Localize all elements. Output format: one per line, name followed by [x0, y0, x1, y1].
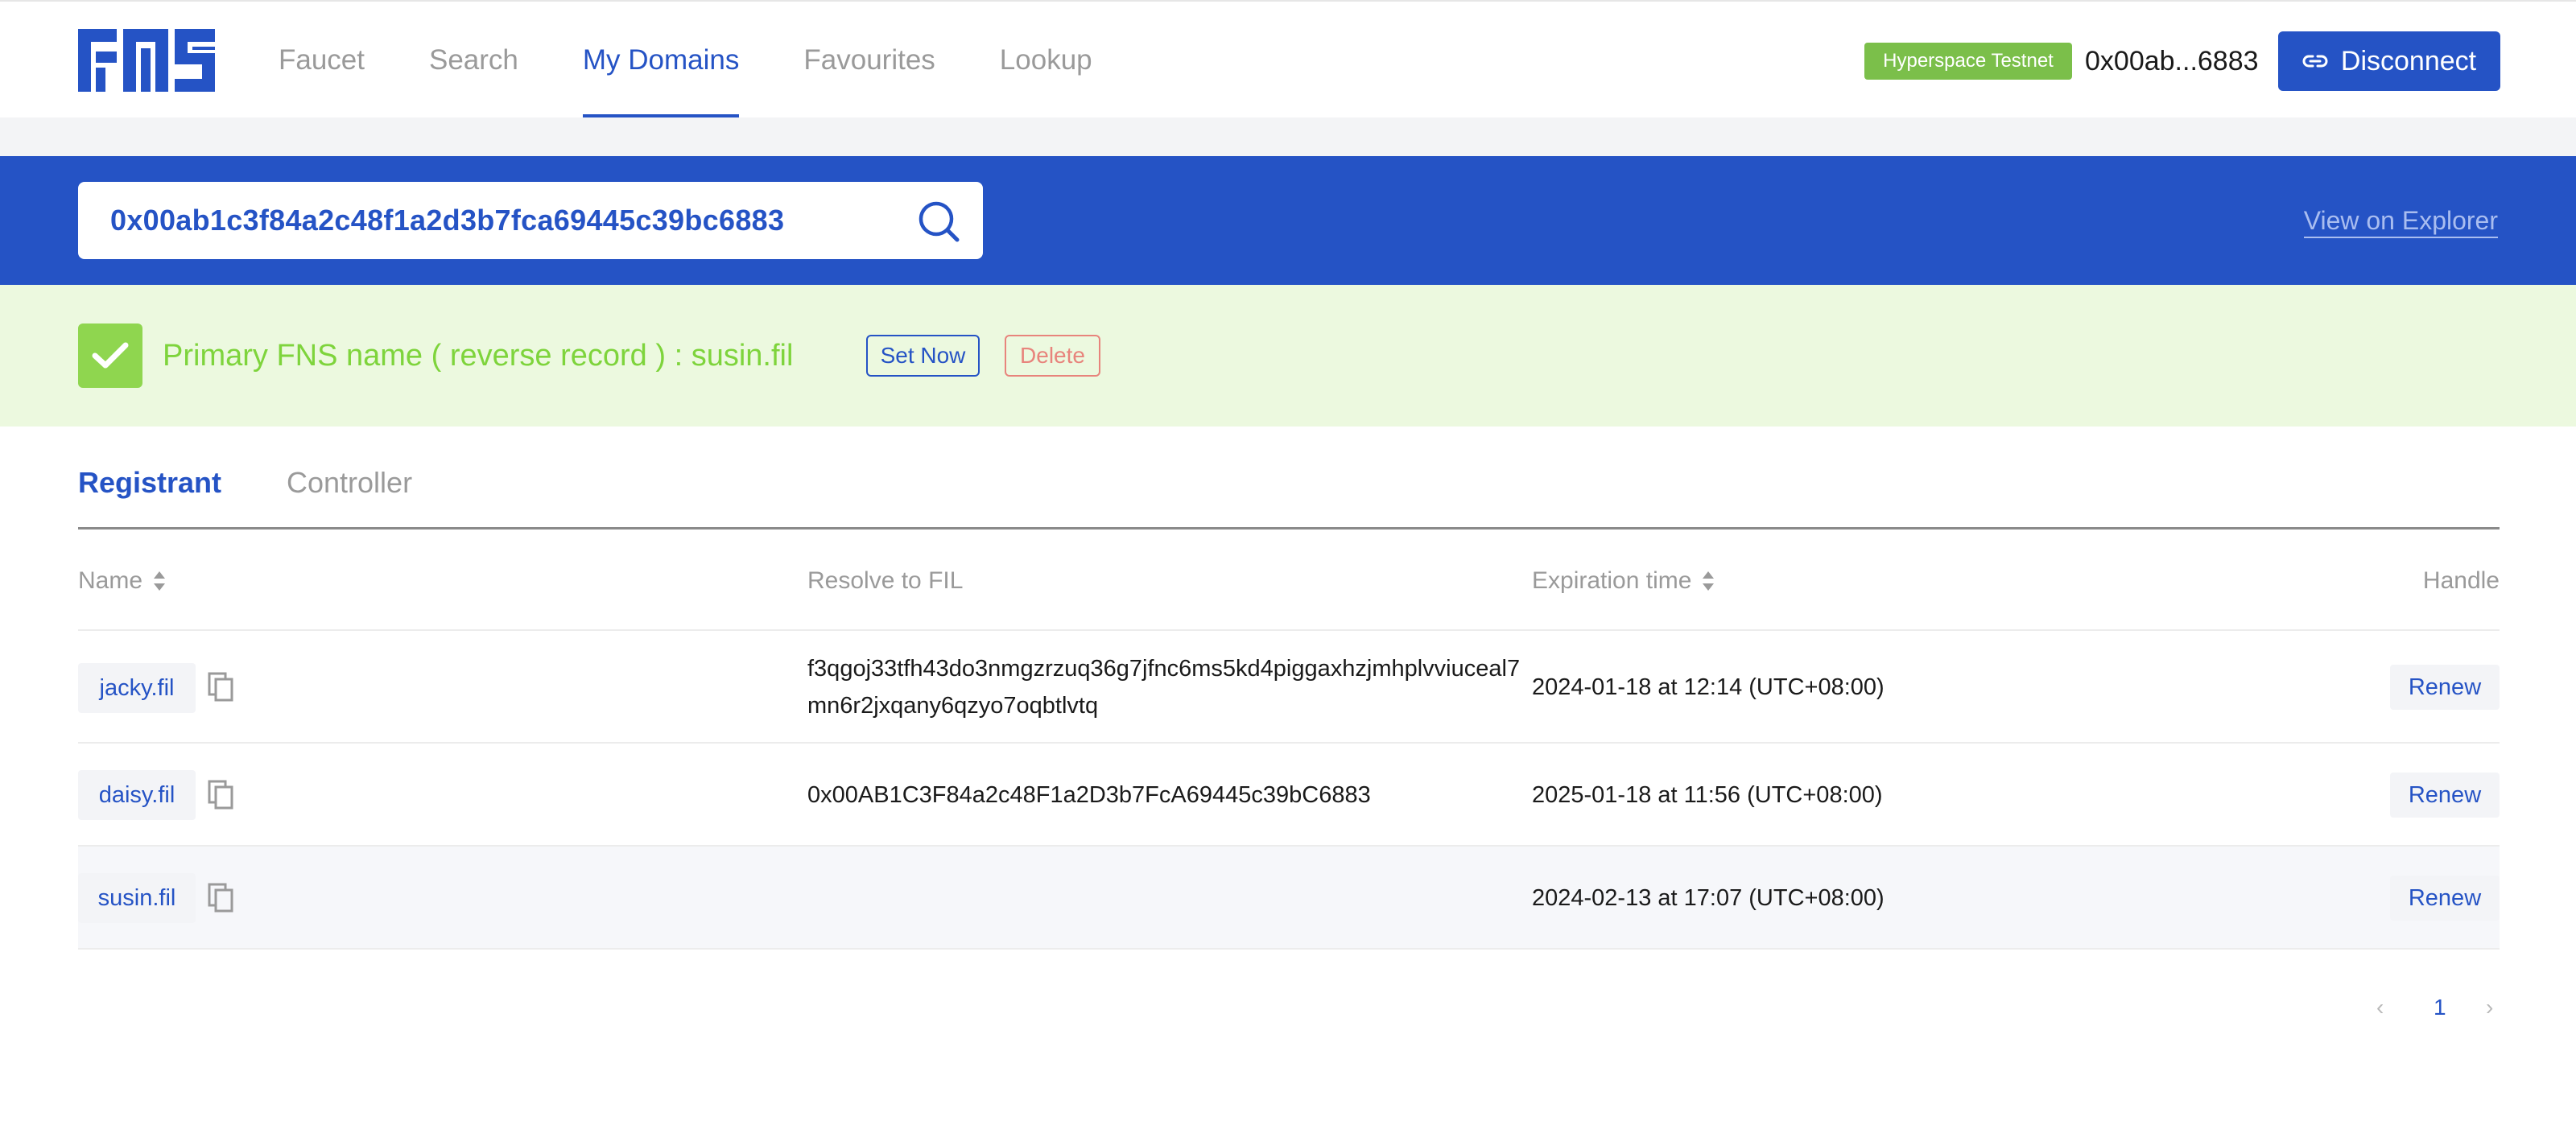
top-header: Faucet Search My Domains Favourites Look…: [0, 0, 2576, 119]
tab-registrant[interactable]: Registrant: [78, 464, 221, 502]
domain-name-link[interactable]: susin.fil: [78, 873, 196, 923]
column-handle-label: Handle: [2422, 567, 2500, 594]
disconnect-button[interactable]: Disconnect: [2278, 31, 2500, 91]
wallet-address: 0x00ab...6883: [2085, 46, 2259, 76]
sort-icon[interactable]: [1701, 570, 1715, 592]
column-resolve-label: Resolve to FIL: [807, 567, 964, 594]
fns-logo[interactable]: [78, 29, 215, 92]
search-icon[interactable]: [917, 200, 960, 243]
expiration-time: 2024-02-13 at 17:07 (UTC+08:00): [1532, 885, 1885, 911]
resolve-address: f3qgoj33tfh43do3nmgzrzuq36g7jfnc6ms5kd4p…: [807, 656, 1521, 719]
main-nav: Faucet Search My Domains Favourites Look…: [279, 2, 1157, 119]
primary-name-text: Primary FNS name ( reverse record ) : su…: [163, 339, 794, 373]
renew-button[interactable]: Renew: [2390, 773, 2500, 818]
view-on-explorer-link[interactable]: View on Explorer: [2303, 204, 2498, 238]
column-expiration-label: Expiration time: [1532, 567, 1692, 594]
copy-icon[interactable]: [207, 671, 236, 703]
delete-button[interactable]: Delete: [1005, 335, 1100, 377]
prev-page-button[interactable]: ‹: [2376, 991, 2384, 1024]
role-tabs: Registrant Controller: [78, 451, 2500, 530]
nav-favourites[interactable]: Favourites: [803, 2, 935, 119]
address-search-input[interactable]: 0x00ab1c3f84a2c48f1a2d3b7fca69445c39bc68…: [78, 182, 983, 259]
resolve-address: 0x00AB1C3F84a2c48F1a2D3b7FcA69445c39bC68…: [807, 782, 1371, 808]
table-row: daisy.fil 0x00AB1C3F84a2c48F1a2D3b7FcA69…: [78, 744, 2500, 847]
set-now-button[interactable]: Set Now: [866, 335, 980, 377]
copy-icon[interactable]: [207, 779, 236, 811]
network-badge: Hyperspace Testnet: [1864, 43, 2072, 80]
domain-name-link[interactable]: daisy.fil: [78, 770, 196, 820]
search-band: 0x00ab1c3f84a2c48f1a2d3b7fca69445c39bc68…: [0, 156, 2576, 285]
column-expiration[interactable]: Expiration time: [1532, 565, 1715, 597]
sort-icon[interactable]: [152, 570, 167, 592]
column-name-label: Name: [78, 567, 143, 594]
nav-faucet[interactable]: Faucet: [279, 2, 365, 119]
table-row: jacky.fil f3qgoj33tfh43do3nmgzrzuq36g7jf…: [78, 631, 2500, 744]
expiration-time: 2024-01-18 at 12:14 (UTC+08:00): [1532, 674, 1885, 700]
next-page-button[interactable]: ›: [2486, 991, 2493, 1024]
nav-search[interactable]: Search: [429, 2, 518, 119]
renew-button[interactable]: Renew: [2390, 876, 2500, 921]
table-header: Name Resolve to FIL Expiration time Hand…: [78, 541, 2500, 631]
tab-controller[interactable]: Controller: [287, 464, 412, 502]
spacer-band: [0, 117, 2576, 156]
column-handle: Handle: [2423, 565, 2500, 597]
nav-lookup[interactable]: Lookup: [1000, 2, 1092, 119]
expiration-time: 2025-01-18 at 11:56 (UTC+08:00): [1532, 782, 1883, 808]
column-name[interactable]: Name: [78, 565, 167, 597]
search-input-value: 0x00ab1c3f84a2c48f1a2d3b7fca69445c39bc68…: [110, 204, 785, 237]
domains-table: Name Resolve to FIL Expiration time Hand…: [78, 541, 2500, 950]
column-resolve: Resolve to FIL: [807, 565, 963, 597]
nav-my-domains[interactable]: My Domains: [582, 2, 740, 119]
page-number[interactable]: 1: [2434, 991, 2446, 1024]
renew-button[interactable]: Renew: [2390, 665, 2500, 710]
disconnect-label: Disconnect: [2340, 45, 2477, 76]
domain-name-link[interactable]: jacky.fil: [78, 663, 196, 713]
check-icon: [78, 323, 142, 388]
copy-icon[interactable]: [207, 882, 236, 914]
link-icon: [2302, 55, 2328, 68]
primary-name-notice: Primary FNS name ( reverse record ) : su…: [0, 285, 2576, 427]
table-row: susin.fil 2024-02-13 at 17:07 (UTC+08:00…: [78, 847, 2500, 950]
